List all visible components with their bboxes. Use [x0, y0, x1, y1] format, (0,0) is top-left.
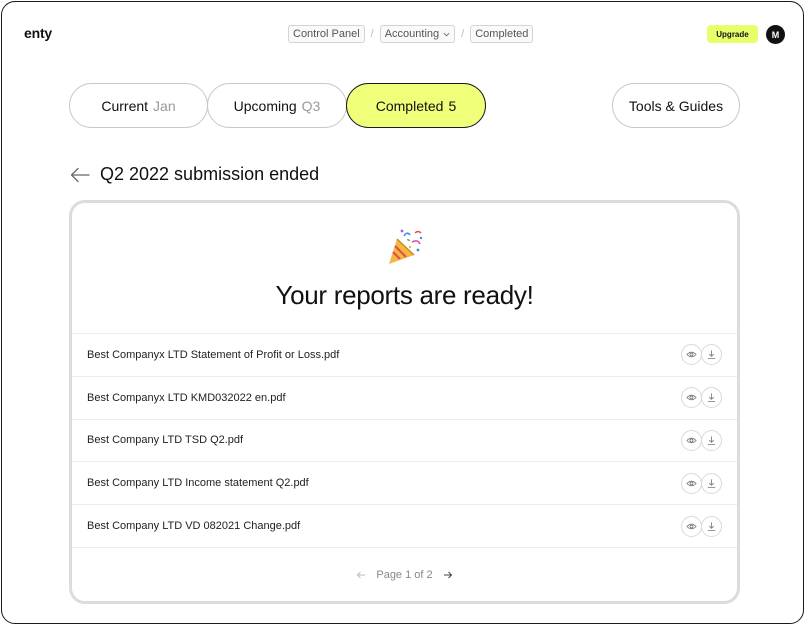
- tab-label: Current: [101, 97, 149, 114]
- file-row[interactable]: Best Company LTD Income statement Q2.pdf: [72, 462, 737, 506]
- back-arrow-icon[interactable]: [69, 165, 91, 185]
- download-button[interactable]: [701, 429, 722, 451]
- eye-icon: [686, 394, 697, 401]
- eye-icon: [686, 352, 697, 358]
- download-icon: [707, 436, 716, 446]
- download-button[interactable]: [701, 472, 722, 494]
- next-page-arrow-icon[interactable]: [443, 570, 453, 580]
- page-title: Q2 2022 submission ended: [100, 164, 320, 184]
- file-name: Best Company LTD TSD Q2.pdf: [87, 434, 244, 447]
- file-name: Best Companyx LTD Statement of Profit or…: [87, 348, 340, 361]
- tab-label: Tools & Guides: [628, 97, 724, 114]
- file-actions: [681, 387, 722, 409]
- tab-current[interactable]: Current Jan: [69, 83, 208, 128]
- file-list: Best Companyx LTD Statement of Profit or…: [72, 333, 737, 548]
- file-name: Best Company LTD VD 082021 Change.pdf: [87, 520, 301, 533]
- download-button[interactable]: [701, 515, 722, 537]
- reports-card: Your reports are ready! Best Companyx LT…: [69, 200, 740, 604]
- view-button[interactable]: [681, 515, 702, 537]
- page-indicator: Page 1 of 2: [376, 569, 433, 581]
- eye-icon: [686, 480, 697, 486]
- reports-heading: Your reports are ready!: [275, 280, 534, 310]
- prev-page-arrow-icon[interactable]: [356, 570, 366, 580]
- breadcrumb-separator: /: [461, 28, 465, 40]
- upgrade-button[interactable]: Upgrade: [707, 25, 758, 43]
- brand-logo[interactable]: enty: [24, 25, 52, 41]
- view-button[interactable]: [681, 472, 702, 494]
- file-row[interactable]: Best Companyx LTD Statement of Profit or…: [72, 334, 737, 377]
- tab-label: Completed: [375, 97, 444, 114]
- avatar[interactable]: M: [766, 25, 785, 44]
- file-row[interactable]: Best Company LTD VD 082021 Change.pdf: [72, 505, 737, 548]
- tab-completed[interactable]: Completed 5: [346, 83, 486, 128]
- file-actions: [681, 429, 722, 451]
- tab-sub-label: Q3: [301, 97, 321, 114]
- tab-label: Upcoming: [233, 97, 297, 114]
- tab-upcoming[interactable]: Upcoming Q3: [207, 83, 347, 128]
- breadcrumb-completed[interactable]: Completed: [470, 25, 534, 43]
- download-icon: [707, 521, 716, 531]
- pagination: Page 1 of 2: [72, 569, 737, 581]
- file-row[interactable]: Best Companyx LTD KMD032022 en.pdf: [72, 377, 737, 420]
- view-button[interactable]: [681, 429, 702, 451]
- chevron-down-icon: [443, 32, 450, 36]
- breadcrumb-control-panel[interactable]: Control Panel: [288, 25, 365, 43]
- eye-icon: [686, 523, 697, 529]
- tab-tools-guides[interactable]: Tools & Guides: [612, 83, 740, 128]
- party-popper-icon: [389, 229, 423, 264]
- eye-icon: [686, 437, 697, 444]
- file-name: Best Companyx LTD KMD032022 en.pdf: [87, 391, 286, 404]
- file-row[interactable]: Best Company LTD TSD Q2.pdf: [72, 420, 737, 463]
- view-button[interactable]: [681, 344, 702, 366]
- file-actions: [681, 344, 722, 366]
- breadcrumb-label: Completed: [475, 28, 529, 40]
- file-actions: [681, 515, 722, 537]
- app-window: enty Control Panel / Accounting / Comple…: [1, 1, 804, 624]
- breadcrumb-label: Accounting: [384, 28, 440, 40]
- file-name: Best Company LTD Income statement Q2.pdf: [87, 477, 309, 490]
- download-button[interactable]: [701, 344, 722, 366]
- download-button[interactable]: [701, 387, 722, 409]
- download-icon: [707, 479, 716, 488]
- tab-sub-label: Jan: [153, 97, 176, 114]
- tab-count: 5: [448, 97, 457, 114]
- breadcrumb-separator: /: [370, 28, 374, 40]
- view-button[interactable]: [681, 387, 702, 409]
- download-icon: [707, 350, 716, 360]
- breadcrumb-label: Control Panel: [293, 28, 360, 40]
- breadcrumb: Control Panel / Accounting / Completed: [288, 25, 534, 43]
- download-icon: [707, 393, 716, 403]
- file-actions: [681, 472, 722, 494]
- breadcrumb-accounting[interactable]: Accounting: [379, 25, 456, 43]
